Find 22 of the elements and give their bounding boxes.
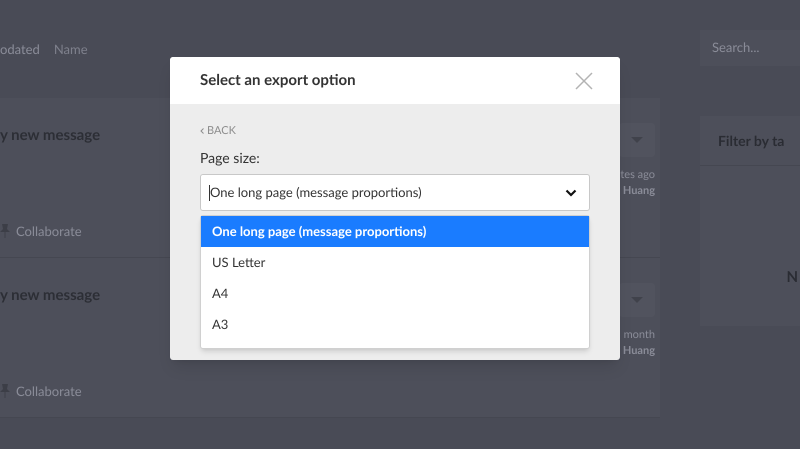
close-icon (575, 72, 593, 90)
updated-time: month (624, 327, 655, 343)
updated-time: tes ago (620, 167, 655, 183)
page-size-select[interactable]: One long page (message proportions) (200, 174, 590, 211)
option-item[interactable]: One long page (message proportions) (201, 216, 589, 247)
back-link[interactable]: BACK (200, 124, 236, 138)
author-name: Huang (622, 343, 655, 359)
field-label: Page size: (200, 148, 261, 168)
option-item[interactable]: A3 (201, 309, 589, 340)
search-field[interactable]: Search... (700, 30, 800, 66)
select-value: One long page (message proportions) (210, 182, 422, 202)
collaborate-link[interactable]: Collaborate (16, 382, 82, 401)
option-item[interactable]: US Letter (201, 247, 589, 278)
sort-option[interactable]: odated (0, 40, 40, 60)
option-item[interactable]: A4 (201, 278, 589, 309)
author-name: Huang (622, 183, 655, 199)
chevron-left-icon (200, 128, 204, 134)
dropdown-button[interactable] (619, 123, 655, 157)
chevron-down-icon (565, 188, 577, 196)
dropdown-button[interactable] (619, 283, 655, 317)
collaborate-link[interactable]: Collaborate (16, 222, 82, 241)
dialog-title: Select an export option (200, 70, 356, 92)
